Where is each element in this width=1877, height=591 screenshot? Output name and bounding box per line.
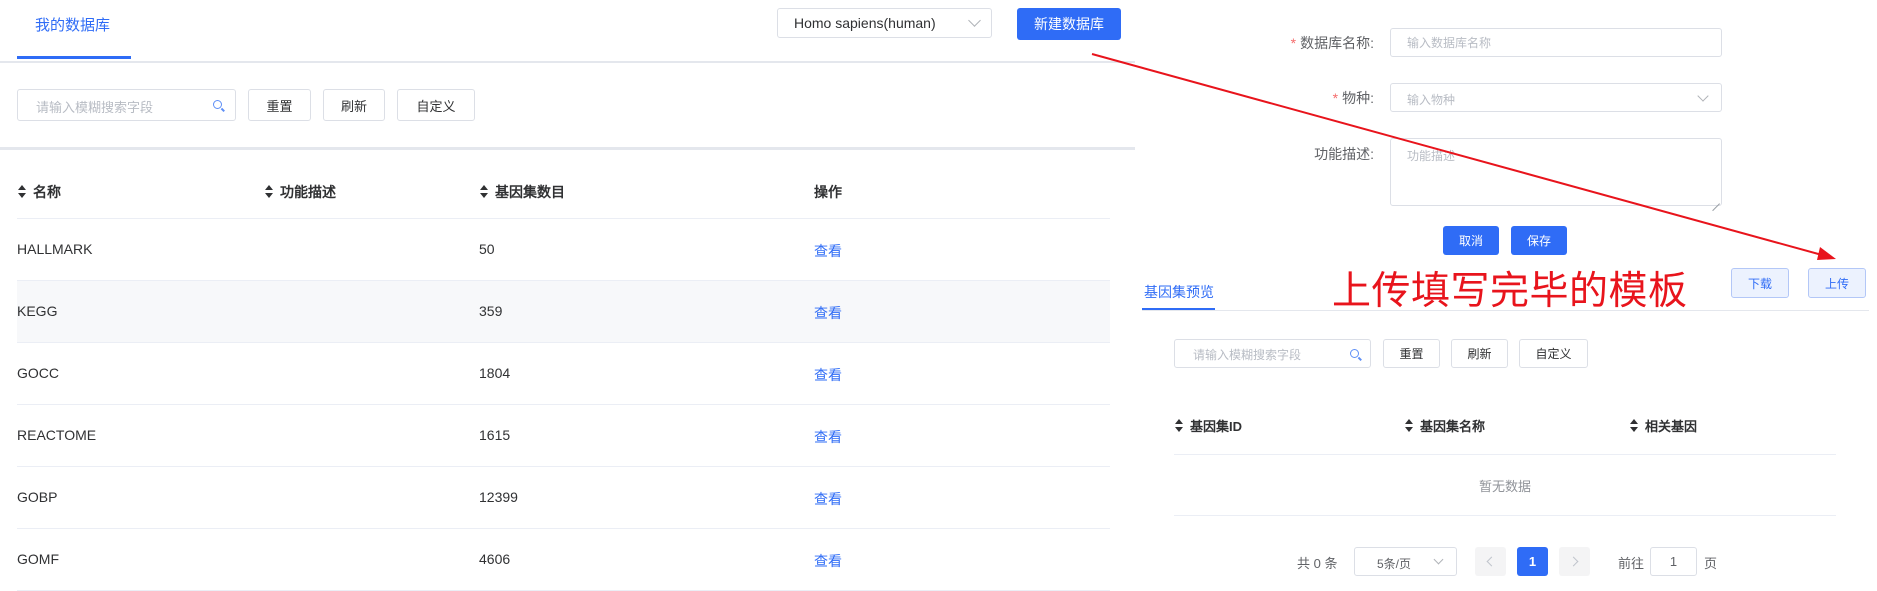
annotation-arrow [1091,53,1836,260]
arrow-line [1091,53,1823,256]
arrow-head-icon [1817,247,1836,260]
